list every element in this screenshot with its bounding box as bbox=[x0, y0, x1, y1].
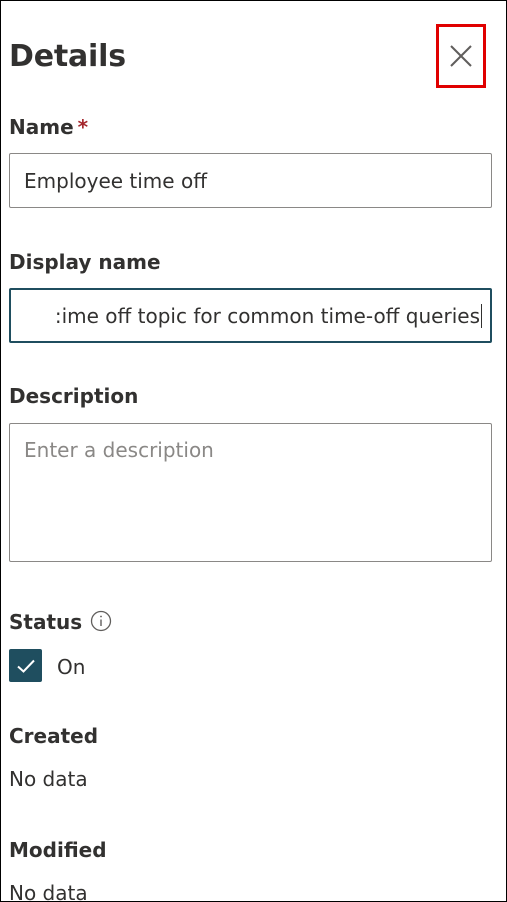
details-panel: Details Name * Employee time off Display … bbox=[0, 0, 507, 902]
name-label: Name * bbox=[9, 115, 88, 139]
created-value: No data bbox=[9, 767, 88, 791]
display-name-label: Display name bbox=[9, 250, 161, 274]
description-textarea[interactable]: Enter a description bbox=[9, 423, 492, 562]
display-name-input-value: :ime off topic for common time-off queri… bbox=[54, 303, 480, 328]
close-icon bbox=[450, 45, 472, 67]
display-name-input[interactable]: :ime off topic for common time-off queri… bbox=[9, 288, 492, 343]
name-label-text: Name bbox=[9, 115, 74, 139]
checkmark-icon bbox=[16, 659, 35, 673]
description-placeholder: Enter a description bbox=[24, 438, 214, 462]
panel-title: Details bbox=[9, 39, 126, 74]
name-input[interactable]: Employee time off bbox=[9, 153, 492, 208]
status-checkbox-label: On bbox=[57, 655, 86, 679]
close-button[interactable] bbox=[436, 24, 486, 88]
created-label: Created bbox=[9, 724, 99, 748]
modified-label: Modified bbox=[9, 838, 107, 862]
description-label: Description bbox=[9, 384, 139, 408]
modified-value: No data bbox=[9, 881, 88, 902]
status-checkbox[interactable] bbox=[9, 649, 42, 682]
required-marker: * bbox=[77, 115, 89, 139]
name-input-value: Employee time off bbox=[24, 168, 207, 193]
info-icon[interactable] bbox=[90, 610, 112, 632]
status-label: Status bbox=[9, 610, 83, 634]
text-caret bbox=[481, 303, 482, 328]
